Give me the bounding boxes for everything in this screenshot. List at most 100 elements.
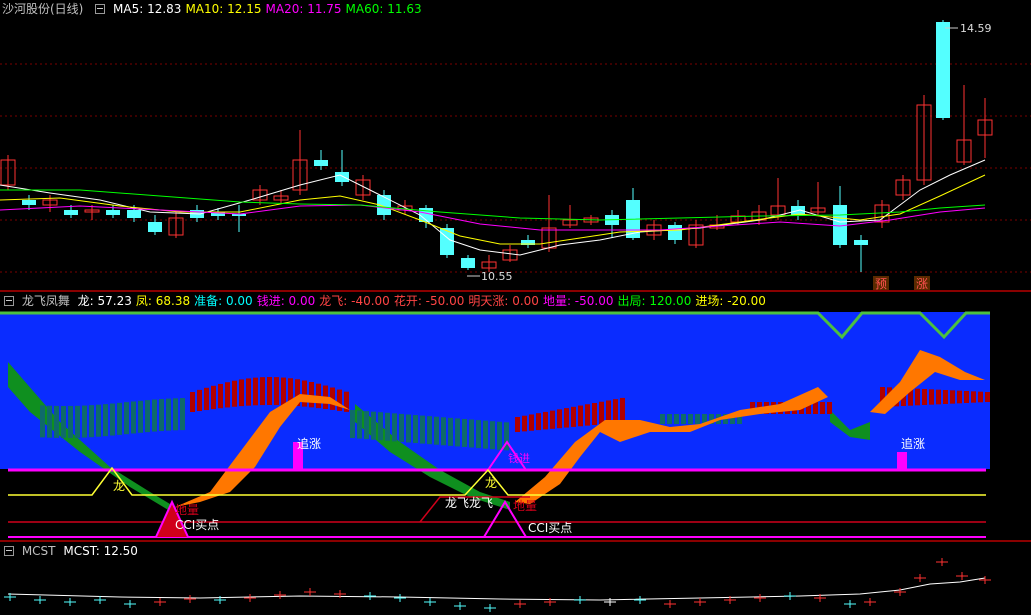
red-bar xyxy=(536,413,541,431)
teal-bar xyxy=(469,419,474,448)
diliang-label: 地量 xyxy=(175,503,199,517)
red-bar xyxy=(978,391,983,403)
teal-bar xyxy=(364,411,369,440)
red-bar xyxy=(571,406,576,427)
price-panel[interactable]: 沙河股份(日线) MA5: 12.83 MA10: 12.15 MA20: 11.7… xyxy=(0,0,1031,290)
ma-legend-item-3: MA60: 11.63 xyxy=(345,2,422,16)
candle-body xyxy=(314,160,328,166)
red-bar xyxy=(585,404,590,426)
red-bar xyxy=(985,392,990,402)
teal-bar xyxy=(152,399,157,432)
teal-bar xyxy=(103,404,108,437)
red-bar xyxy=(529,414,534,431)
collapse-icon[interactable] xyxy=(95,3,106,14)
candle-body xyxy=(936,22,950,118)
teal-bar xyxy=(483,420,488,449)
indicator-value-4: 龙飞: -40.00 xyxy=(319,294,390,308)
teal-bar xyxy=(124,402,129,435)
red-bar xyxy=(211,385,216,410)
indicator-chart: 追涨 追涨钱进龙 龙龙飞龙飞CCI买点 CCI买点地量 地量 xyxy=(0,311,990,538)
teal-bar xyxy=(490,421,495,450)
red-bar xyxy=(971,391,976,403)
teal-bar xyxy=(497,421,502,450)
teal-bar xyxy=(89,405,94,438)
zhuizhang-label-2: 追涨 xyxy=(901,436,925,451)
candle-body xyxy=(668,225,682,240)
indicator-value-0: 龙: 57.23 xyxy=(77,294,132,308)
mcst-panel[interactable]: MCST MCST: 12.50 xyxy=(0,542,1031,615)
teal-bar xyxy=(75,405,80,438)
teal-bar xyxy=(131,401,136,434)
red-bar xyxy=(337,389,342,411)
candle-body xyxy=(64,210,78,215)
red-bar xyxy=(232,380,237,407)
teal-bar xyxy=(434,416,439,445)
teal-bar xyxy=(455,418,460,447)
teal-bar xyxy=(96,404,101,437)
ma-legend-item-2: MA20: 11.75 xyxy=(265,2,342,16)
zhuizhang-bar xyxy=(897,452,907,470)
longfei-label: 龙飞龙飞 xyxy=(445,496,493,510)
teal-bar xyxy=(392,413,397,442)
red-bar xyxy=(543,411,548,430)
teal-bar xyxy=(138,400,143,433)
teal-bar xyxy=(674,414,679,424)
teal-bar xyxy=(117,402,122,435)
candle-body xyxy=(854,240,868,245)
indicator-values: 龙: 57.23 凤: 68.38 准备: 0.00 钱进: 0.00 龙飞: -40.… xyxy=(78,294,770,308)
teal-bar xyxy=(54,405,59,438)
candle-body xyxy=(106,210,120,215)
indicator-panel[interactable]: 龙飞凤舞 龙: 57.23 凤: 68.38 准备: 0.00 钱进: 0.00 龙飞:… xyxy=(0,292,1031,540)
candle-body xyxy=(335,172,349,182)
teal-bar xyxy=(180,398,185,431)
teal-bar xyxy=(110,403,115,436)
teal-bar xyxy=(371,411,376,440)
ma-legend-item-0: MA5: 12.83 xyxy=(113,2,182,16)
collapse-icon[interactable] xyxy=(4,545,14,556)
teal-bar xyxy=(462,418,467,447)
candle-body xyxy=(148,222,162,232)
teal-bar xyxy=(385,412,390,441)
teal-bar xyxy=(47,405,52,438)
mcst-line xyxy=(7,577,986,601)
red-bar xyxy=(190,392,195,412)
tag-zhang: 涨 xyxy=(916,276,928,290)
teal-bar xyxy=(378,412,383,441)
red-bar xyxy=(599,401,604,425)
teal-bar xyxy=(68,405,73,438)
teal-bar xyxy=(350,410,355,438)
long-label: 龙 xyxy=(113,479,125,493)
indicator-value-6: 明天涨: 0.00 xyxy=(468,294,539,308)
red-bar xyxy=(929,389,934,405)
teal-bar xyxy=(145,400,150,433)
zhuizhang-label: 追涨 xyxy=(297,436,321,451)
teal-bar xyxy=(406,414,411,443)
high-label: 14.59 xyxy=(960,22,992,35)
collapse-icon[interactable] xyxy=(4,295,14,306)
red-bar xyxy=(915,388,920,406)
red-bar xyxy=(197,389,202,412)
teal-bar xyxy=(40,405,45,438)
red-bar xyxy=(827,402,832,414)
red-bar xyxy=(557,409,562,429)
red-bar xyxy=(550,410,555,429)
red-bar xyxy=(218,383,223,409)
teal-bar xyxy=(399,413,404,442)
red-bar xyxy=(613,399,618,424)
red-bar xyxy=(813,402,818,414)
teal-bar xyxy=(448,417,453,446)
red-bar xyxy=(302,380,307,407)
stock-title: 沙河股份(日线) xyxy=(2,2,84,16)
teal-bar xyxy=(476,420,481,449)
ma-legend-item-1: MA10: 12.15 xyxy=(185,2,262,16)
indicator-value-8: 出局: 120.00 xyxy=(617,294,692,308)
red-bar xyxy=(204,387,209,411)
indicator-value-9: 进场: -20.00 xyxy=(695,294,766,308)
diliang-label-2: 地量 xyxy=(513,499,537,513)
red-bar xyxy=(260,377,265,406)
indicator-name: 龙飞凤舞 xyxy=(21,294,70,308)
candle-body xyxy=(127,210,141,218)
indicator-value-3: 钱进: 0.00 xyxy=(256,294,316,308)
teal-bar xyxy=(413,415,418,444)
teal-bar xyxy=(420,415,425,444)
